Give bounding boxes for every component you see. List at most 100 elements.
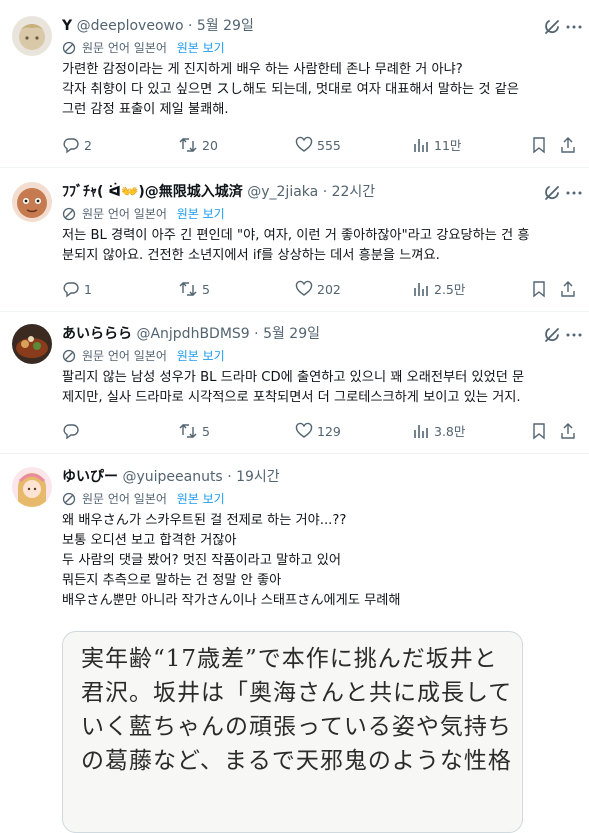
more-options-icon[interactable] bbox=[565, 18, 583, 36]
timestamp[interactable]: 22시간 bbox=[332, 184, 376, 200]
more-options-icon[interactable] bbox=[565, 184, 583, 202]
avatar[interactable] bbox=[12, 467, 52, 507]
share-button[interactable] bbox=[559, 422, 581, 442]
image-text-line: 実年齢“17歳差”で本作に挑んだ坂井と bbox=[81, 646, 498, 672]
tweet-text-line: 그런 감정 표출이 제일 불쾌해. bbox=[62, 102, 229, 117]
share-button[interactable] bbox=[559, 280, 581, 300]
like-button[interactable]: 555 bbox=[295, 136, 341, 156]
bookmark-button[interactable] bbox=[530, 422, 552, 442]
bookmark-button[interactable] bbox=[530, 280, 552, 300]
views-button[interactable]: 11만 bbox=[412, 136, 461, 156]
grok-icon[interactable] bbox=[543, 326, 561, 344]
tweet-text: 가련한 감정이라는 게 진지하게 배우 하는 사람한테 존나 무례한 거 아냐?… bbox=[62, 60, 577, 120]
heart-icon bbox=[295, 422, 313, 438]
repost-count: 5 bbox=[202, 282, 210, 297]
bookmark-icon bbox=[533, 137, 545, 154]
repost-button[interactable]: 5 bbox=[178, 422, 210, 442]
translation-note: 원문 언어 일본어 원본 보기 bbox=[62, 39, 225, 57]
tweet-text-line: 각자 취향이 다 있고 싶으면 スし해도 되는데, 멋대로 여자 대표해서 말하… bbox=[62, 82, 519, 97]
show-original-link[interactable]: 원본 보기 bbox=[177, 41, 225, 55]
bookmark-icon bbox=[533, 423, 545, 440]
repost-count: 5 bbox=[202, 424, 210, 439]
timestamp[interactable]: 5월 29일 bbox=[263, 326, 320, 342]
tweet[interactable]: ﾌﾌﾞﾁｬ( ᐛ👐)@無限城入城済 @y_2jiaka · 22시간 원문 언어… bbox=[0, 182, 589, 312]
timestamp[interactable]: 19시간 bbox=[236, 469, 280, 485]
avatar[interactable] bbox=[12, 16, 52, 56]
like-count: 129 bbox=[317, 424, 341, 439]
reply-count: 1 bbox=[84, 282, 92, 297]
user-handle[interactable]: @AnjpdhBDMS9 bbox=[136, 326, 249, 342]
reply-button[interactable] bbox=[62, 422, 84, 442]
translation-note: 원문 언어 일본어 원본 보기 bbox=[62, 205, 225, 223]
heart-icon bbox=[295, 136, 313, 152]
more-options-icon[interactable] bbox=[565, 326, 583, 344]
tweet-text-line: 제지만, 실사 드라마로 시각적으로 포착되면서 더 그로테스크하게 보이고 있… bbox=[62, 390, 521, 405]
bookmark-button[interactable] bbox=[530, 136, 552, 156]
divider bbox=[0, 311, 589, 312]
image-text: 実年齢“17歳差”で本作に挑んだ坂井と 君沢。坂井は「奥海さんと共に成長して い… bbox=[81, 642, 511, 778]
tweet-header: Y @deeploveowo · 5월 29일 bbox=[62, 16, 254, 36]
action-bar: 1 5 202 2.5만 bbox=[62, 280, 582, 300]
tweet[interactable]: あいららら @AnjpdhBDMS9 · 5월 29일 원문 언어 일본어 원본… bbox=[0, 324, 589, 454]
show-original-link[interactable]: 원본 보기 bbox=[177, 207, 225, 221]
separator-dot: · bbox=[254, 326, 259, 342]
reply-icon bbox=[63, 138, 79, 154]
tweet-text-line: 두 사람의 댓글 봤어? 멋진 작품이라고 말하고 있어 bbox=[62, 553, 341, 568]
like-count: 555 bbox=[317, 138, 341, 153]
avatar[interactable] bbox=[12, 182, 52, 222]
repost-icon bbox=[179, 138, 197, 152]
reply-button[interactable]: 2 bbox=[62, 136, 92, 156]
tweet-header: あいららら @AnjpdhBDMS9 · 5월 29일 bbox=[62, 324, 320, 344]
grok-icon[interactable] bbox=[543, 18, 561, 36]
tweet-header: ﾌﾌﾞﾁｬ( ᐛ👐)@無限城入城済 @y_2jiaka · 22시간 bbox=[62, 182, 375, 202]
translation-label: 원문 언어 일본어 bbox=[82, 492, 167, 506]
views-button[interactable]: 2.5만 bbox=[412, 280, 465, 300]
separator-dot: · bbox=[227, 469, 232, 485]
reply-count: 2 bbox=[84, 138, 92, 153]
user-handle[interactable]: @deeploveowo bbox=[77, 18, 184, 34]
show-original-link[interactable]: 원본 보기 bbox=[177, 349, 225, 363]
like-button[interactable]: 129 bbox=[295, 422, 341, 442]
view-count: 11만 bbox=[434, 138, 462, 153]
like-button[interactable]: 202 bbox=[295, 280, 341, 300]
image-text-line: の葛藤など、まるで天邪鬼のような性格 bbox=[81, 748, 512, 774]
translation-note: 원문 언어 일본어 원본 보기 bbox=[62, 347, 225, 365]
action-bar: 5 129 3.8만 bbox=[62, 422, 582, 442]
reply-icon bbox=[63, 424, 79, 440]
translate-icon bbox=[62, 207, 76, 221]
reply-button[interactable]: 1 bbox=[62, 280, 92, 300]
user-handle[interactable]: @yuipeeanuts bbox=[122, 469, 222, 485]
share-icon bbox=[561, 423, 575, 439]
reply-icon bbox=[63, 282, 79, 298]
view-count: 3.8만 bbox=[434, 424, 466, 439]
view-count: 2.5만 bbox=[434, 282, 466, 297]
timestamp[interactable]: 5월 29일 bbox=[197, 18, 254, 34]
user-handle[interactable]: @y_2jiaka bbox=[247, 184, 318, 200]
display-name[interactable]: ゆいぴー bbox=[62, 469, 118, 485]
views-button[interactable]: 3.8만 bbox=[412, 422, 465, 442]
tweet-text-line: 보통 오디션 보고 합격한 거잖아 bbox=[62, 533, 237, 548]
share-icon bbox=[561, 281, 575, 297]
grok-icon[interactable] bbox=[543, 184, 561, 202]
tweet[interactable]: Y @deeploveowo · 5월 29일 원문 언어 일본어 원본 보기 … bbox=[0, 16, 589, 166]
repost-button[interactable]: 5 bbox=[178, 280, 210, 300]
divider bbox=[0, 167, 589, 168]
show-original-link[interactable]: 원본 보기 bbox=[177, 492, 225, 506]
tweet-text: 왜 배우さん가 스카우트된 걸 전제로 하는 거야...?? 보통 오디션 보고… bbox=[62, 511, 577, 611]
display-name[interactable]: ﾌﾌﾞﾁｬ( ᐛ👐)@無限城入城済 bbox=[62, 184, 243, 200]
display-name[interactable]: あいららら bbox=[62, 326, 132, 342]
views-icon bbox=[414, 283, 428, 296]
share-button[interactable] bbox=[559, 136, 581, 156]
tweet-text-line: 팔리지 않는 남성 성우가 BL 드라마 CD에 출연하고 있으니 꽤 오래전부… bbox=[62, 370, 525, 385]
tweet[interactable]: ゆいぴー @yuipeeanuts · 19시간 원문 언어 일본어 원본 보기… bbox=[0, 467, 589, 833]
tweet-header: ゆいぴー @yuipeeanuts · 19시간 bbox=[62, 467, 280, 487]
repost-button[interactable]: 20 bbox=[178, 136, 218, 156]
display-name[interactable]: Y bbox=[62, 18, 72, 34]
attached-image[interactable]: 実年齢“17歳差”で本作に挑んだ坂井と 君沢。坂井は「奥海さんと共に成長して い… bbox=[62, 631, 523, 833]
divider bbox=[0, 453, 589, 454]
translate-icon bbox=[62, 492, 76, 506]
separator-dot: · bbox=[322, 184, 328, 200]
repost-count: 20 bbox=[202, 138, 218, 153]
translation-label: 원문 언어 일본어 bbox=[82, 41, 167, 55]
avatar[interactable] bbox=[12, 324, 52, 364]
